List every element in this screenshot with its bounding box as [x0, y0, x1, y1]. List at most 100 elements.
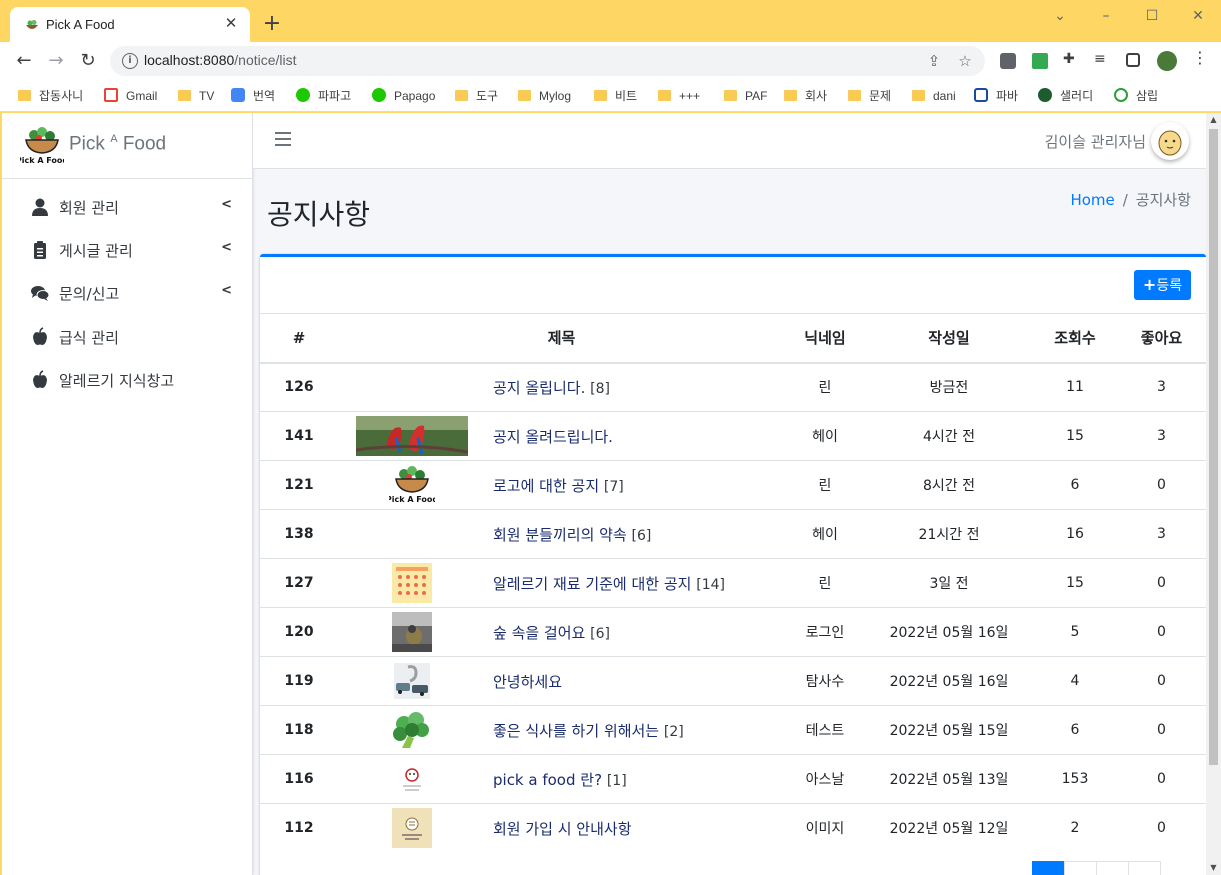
scroll-up-icon[interactable]: ▲ — [1209, 115, 1218, 125]
extension-green-icon[interactable] — [1032, 53, 1048, 69]
row-thumbnail[interactable] — [338, 509, 485, 559]
breadcrumb-home-link[interactable]: Home — [1070, 191, 1114, 209]
row-title-link[interactable]: 좋은 식사를 하기 위해서는 [2] — [485, 705, 785, 755]
table-row[interactable]: 119 안녕하세요 탐사수 2022년 05월 16일 4 0 — [260, 656, 1206, 706]
hamburger-menu-icon[interactable] — [275, 132, 291, 146]
row-title-link[interactable]: pick a food 란? [1] — [485, 754, 785, 804]
scroll-thumb[interactable] — [1209, 129, 1218, 765]
sidebar-item-members[interactable]: 회원 관리 < — [20, 191, 240, 223]
row-thumbnail[interactable] — [338, 607, 485, 657]
row-title-link[interactable]: 안녕하세요 — [485, 656, 785, 706]
comment-count: [6] — [590, 625, 610, 642]
row-date: 방금전 — [865, 362, 1033, 412]
table-row[interactable]: 121 Pick A Food 로고에 대한 공지 [7]린8시간 전60 — [260, 460, 1206, 510]
forward-icon[interactable]: → — [45, 50, 67, 72]
bookmark-item[interactable]: 삼립 — [1114, 86, 1158, 106]
gmail-icon — [104, 88, 118, 102]
main-content: 김이슬 관리자님 공지사항 Home / 공지사항 +등록 # 제목 닉네임 작… — [253, 113, 1221, 875]
row-thumbnail[interactable] — [338, 558, 485, 608]
bookmark-item[interactable]: dani — [912, 86, 956, 106]
row-title-link[interactable]: 로고에 대한 공지 [7] — [485, 460, 785, 510]
avatar[interactable] — [1151, 122, 1189, 160]
add-notice-button[interactable]: +등록 — [1134, 270, 1191, 300]
page-link[interactable] — [1064, 861, 1097, 875]
bookmark-item[interactable]: 샐러디 — [1038, 86, 1093, 106]
row-title-link[interactable]: 알레르기 재료 기준에 대한 공지 [14] — [485, 558, 785, 608]
new-tab-icon[interactable]: + — [262, 13, 282, 35]
sidebar-item-inquiries[interactable]: 문의/신고 < — [20, 277, 240, 309]
chevron-down-icon[interactable]: ⌄ — [1050, 6, 1070, 26]
table-row[interactable]: 120 숲 속을 걸어요 [6] 로그인 2022년 05월 16일 5 0 — [260, 607, 1206, 657]
folder-icon — [848, 90, 861, 101]
row-nickname: 헤이 — [785, 509, 865, 559]
side-panel-icon[interactable] — [1126, 53, 1140, 67]
table-row[interactable]: 138 회원 분들끼리의 약속 [6] 헤이 21시간 전 16 3 — [260, 509, 1206, 559]
row-thumbnail[interactable] — [338, 362, 485, 412]
back-icon[interactable]: ← — [13, 50, 35, 72]
reload-icon[interactable]: ↻ — [77, 50, 99, 72]
maximize-icon[interactable]: ☐ — [1142, 6, 1162, 26]
table-row[interactable]: 116 pick a food 란? [1] 아스날 2022년 05월 13일 153… — [260, 754, 1206, 804]
row-title-link[interactable]: 공지 올립니다. [8] — [485, 362, 785, 412]
bookmark-item[interactable]: TV — [178, 86, 214, 106]
sidebar-item-posts[interactable]: 게시글 관리 < — [20, 234, 240, 266]
address-bar[interactable]: i localhost:8080/notice/list ⇪ ☆ — [110, 46, 985, 76]
table-row[interactable]: 141 공지 올려드립니다. 헤이 4시간 전 15 3 — [260, 411, 1206, 461]
close-window-icon[interactable]: ✕ — [1188, 6, 1208, 26]
page-link[interactable] — [1128, 861, 1161, 875]
bookmark-item[interactable]: Mylog — [518, 86, 571, 106]
bookmark-item[interactable]: 회사 — [784, 86, 827, 106]
row-views: 15 — [1033, 558, 1117, 608]
menu-dots-icon[interactable]: ⋮ — [1192, 50, 1208, 66]
bookmark-item[interactable]: 비트 — [594, 86, 637, 106]
brand[interactable]: Pick A Food Pick A Food — [2, 113, 252, 179]
bookmark-item[interactable]: PAF — [724, 86, 767, 106]
page-link-active[interactable] — [1032, 861, 1065, 875]
row-thumbnail[interactable] — [338, 803, 485, 853]
folder-icon — [594, 90, 607, 101]
url-text[interactable]: localhost:8080/notice/list — [144, 52, 297, 68]
star-icon[interactable]: ☆ — [956, 52, 974, 70]
bookmark-item[interactable]: Gmail — [104, 86, 157, 106]
table-row[interactable]: 126 공지 올립니다. [8] 린 방금전 11 3 — [260, 362, 1206, 412]
row-thumbnail[interactable]: Pick A Food — [338, 460, 485, 510]
row-title-link[interactable]: 회원 분들끼리의 약속 [6] — [485, 509, 785, 559]
extension-i-icon[interactable] — [1000, 53, 1016, 69]
puzzle-icon[interactable]: ✚ — [1063, 51, 1079, 67]
table-row[interactable]: 118 좋은 식사를 하기 위해서는 [2] 테스트 2022년 05월 15일 6 0 — [260, 705, 1206, 755]
sidebar-item-allergy[interactable]: 알레르기 지식창고 — [20, 364, 240, 396]
bookmark-item[interactable]: Papago — [372, 86, 435, 106]
row-thumbnail[interactable] — [338, 656, 485, 706]
bookmark-item[interactable]: 파바 — [974, 86, 1018, 106]
row-date: 21시간 전 — [865, 509, 1033, 559]
user-name[interactable]: 김이슬 관리자님 — [1045, 131, 1146, 152]
page-link[interactable] — [1096, 861, 1129, 875]
row-title-link[interactable]: 숲 속을 걸어요 [6] — [485, 607, 785, 657]
media-icon[interactable]: ≡ — [1094, 51, 1110, 67]
sidebar-item-meals[interactable]: 급식 관리 — [20, 321, 240, 353]
browser-tab[interactable]: Pick A Food ✕ — [10, 7, 250, 42]
profile-avatar[interactable] — [1157, 51, 1177, 71]
row-title-link[interactable]: 회원 가입 시 안내사항 — [485, 803, 785, 853]
table-row[interactable]: 112 회원 가입 시 안내사항 이미지 2022년 05월 12일 2 0 — [260, 803, 1206, 853]
site-info-icon[interactable]: i — [122, 53, 138, 69]
column-header-date: 작성일 — [865, 313, 1033, 364]
bookmark-item[interactable]: 파파고 — [296, 86, 351, 106]
minimize-icon[interactable]: – — [1096, 6, 1116, 26]
row-thumbnail[interactable] — [338, 411, 485, 461]
bookmark-item[interactable]: +++ — [658, 86, 700, 106]
row-thumbnail[interactable] — [338, 705, 485, 755]
column-header-views: 조회수 — [1033, 313, 1117, 364]
close-tab-icon[interactable]: ✕ — [222, 14, 240, 32]
row-title-link[interactable]: 공지 올려드립니다. — [485, 411, 785, 461]
share-icon[interactable]: ⇪ — [925, 52, 943, 70]
row-thumbnail[interactable] — [338, 754, 485, 804]
bookmark-item[interactable]: 도구 — [455, 86, 498, 106]
scroll-down-icon[interactable]: ▼ — [1209, 863, 1218, 873]
bookmark-item[interactable]: 문제 — [848, 86, 891, 106]
page-scrollbar[interactable]: ▲ ▼ — [1206, 113, 1221, 875]
column-header-likes: 좋아요 — [1117, 313, 1206, 364]
bookmark-item[interactable]: 번역 — [231, 86, 275, 106]
table-row[interactable]: 127 알레르기 재료 기준에 대한 공지 [14] 린 3일 전 15 0 — [260, 558, 1206, 608]
bookmark-item[interactable]: 잡동사니 — [18, 86, 83, 106]
